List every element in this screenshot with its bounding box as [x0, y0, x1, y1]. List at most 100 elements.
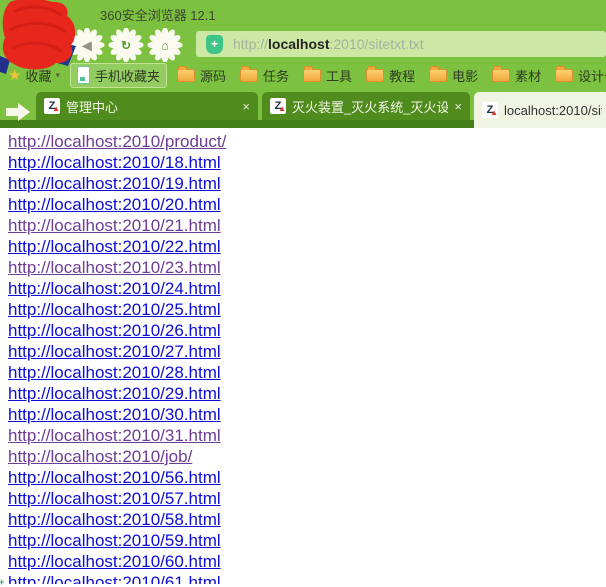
tab-label: 灭火装置_灭火系统_灭火设备_	[292, 97, 448, 116]
bookmark-label: 手机收藏夹	[95, 66, 160, 85]
folder-icon	[240, 69, 258, 82]
favorites-label: 收藏	[25, 66, 51, 85]
link-row: http://localhost:2010/56.html	[8, 467, 606, 488]
bookmark-label: 素材	[515, 66, 541, 85]
url-link[interactable]: http://localhost:2010/22.html	[8, 237, 221, 256]
link-row: http://localhost:2010/18.html	[8, 152, 606, 173]
link-row: http://localhost:2010/19.html	[8, 173, 606, 194]
svg-text:↻: ↻	[121, 39, 131, 53]
url-link[interactable]: http://localhost:2010/61.html	[8, 573, 221, 584]
tab-2[interactable]: Z▲ 灭火装置_灭火系统_灭火设备_ ×	[262, 92, 470, 120]
za-favicon-icon: Z▲	[270, 98, 286, 114]
url-scheme: http://	[233, 36, 268, 52]
bookmark-label: 设计公司	[578, 66, 606, 85]
link-row: http://localhost:2010/product/	[8, 131, 606, 152]
za-favicon-icon: Z▲	[44, 98, 60, 114]
url-link[interactable]: http://localhost:2010/18.html	[8, 153, 221, 172]
link-row: http://localhost:2010/57.html	[8, 488, 606, 509]
url-link[interactable]: http://localhost:2010/product/	[8, 132, 226, 151]
url-link[interactable]: http://localhost:2010/26.html	[8, 321, 221, 340]
tab-close-icon[interactable]: ×	[454, 100, 462, 113]
address-bar[interactable]: + http://localhost:2010/sitetxt.txt	[196, 31, 606, 57]
bookmark-item[interactable]: 素材	[492, 66, 541, 85]
window-titlebar: 360安全浏览器 12.1	[0, 0, 606, 28]
url-link[interactable]: http://localhost:2010/57.html	[8, 489, 221, 508]
tab-bar: Z▲ 管理中心 × Z▲ 灭火装置_灭火系统_灭火设备_ × Z▲ localhost:201…	[0, 88, 606, 128]
url-link[interactable]: http://localhost:2010/59.html	[8, 531, 221, 550]
bookmark-item[interactable]: 教程	[366, 66, 415, 85]
bookmark-item[interactable]: 任务	[240, 66, 289, 85]
url-link[interactable]: http://localhost:2010/job/	[8, 447, 192, 466]
folder-icon	[492, 69, 510, 82]
url-link[interactable]: http://localhost:2010/25.html	[8, 300, 221, 319]
navigation-toolbar: ◀ ↻ ⌂ + http://localhost:2010/sitetxt.tx…	[0, 28, 606, 62]
link-row: http://localhost:2010/30.html	[8, 404, 606, 425]
bookmark-label: 任务	[263, 66, 289, 85]
chevron-down-icon: ▾	[55, 70, 60, 81]
link-row: http://localhost:2010/31.html	[8, 425, 606, 446]
favicon-triangle-icon: ▲	[278, 105, 286, 113]
folder-icon	[429, 69, 447, 82]
url-link[interactable]: http://localhost:2010/24.html	[8, 279, 221, 298]
bookmark-items: 手机收藏夹源码任务工具教程电影素材设计公司常用网址	[70, 63, 606, 88]
bookmarks-bar: ★+ 收藏 ▾ 手机收藏夹源码任务工具教程电影素材设计公司常用网址	[0, 62, 606, 88]
tab-1[interactable]: Z▲ 管理中心 ×	[36, 92, 258, 120]
link-row: http://localhost:2010/20.html	[8, 194, 606, 215]
link-row: http://localhost:2010/59.html	[8, 530, 606, 551]
link-row: http://localhost:2010/61.html	[8, 572, 606, 584]
link-row: http://localhost:2010/job/	[8, 446, 606, 467]
za-favicon-icon: Z▲	[482, 102, 498, 118]
folder-icon	[177, 69, 195, 82]
link-row: http://localhost:2010/28.html	[8, 362, 606, 383]
url-link[interactable]: http://localhost:2010/30.html	[8, 405, 221, 424]
url-link[interactable]: http://localhost:2010/31.html	[8, 426, 221, 445]
bookmark-item[interactable]: 设计公司	[555, 66, 606, 85]
favicon-triangle-icon: ▲	[490, 109, 498, 117]
link-row: http://localhost:2010/26.html	[8, 320, 606, 341]
arrow-right-icon	[4, 101, 32, 123]
bookmark-item[interactable]: 手机收藏夹	[70, 63, 167, 88]
url-path: :2010/sitetxt.txt	[330, 36, 424, 52]
bookmark-label: 源码	[200, 66, 226, 85]
url-link[interactable]: http://localhost:2010/56.html	[8, 468, 221, 487]
tab-3[interactable]: Z▲ localhost:2010/site	[474, 92, 606, 128]
sidebar-arrow-button[interactable]	[0, 98, 36, 128]
favicon-triangle-icon: ▲	[52, 105, 60, 113]
bookmark-item[interactable]: 电影	[429, 66, 478, 85]
url-link[interactable]: http://localhost:2010/60.html	[8, 552, 221, 571]
tab-label: 管理中心	[66, 97, 236, 116]
favorites-button[interactable]: ★+ 收藏 ▾	[8, 66, 60, 85]
tab-close-icon[interactable]: ×	[242, 100, 250, 113]
url-host: localhost	[268, 36, 329, 52]
url-link[interactable]: http://localhost:2010/20.html	[8, 195, 221, 214]
folder-icon	[366, 69, 384, 82]
home-button[interactable]: ⌂	[146, 28, 184, 62]
security-shield-icon[interactable]: +	[206, 35, 223, 54]
bookmark-item[interactable]: 工具	[303, 66, 352, 85]
refresh-flower-icon: ↻	[107, 28, 145, 62]
window-title: 360安全浏览器 12.1	[100, 5, 216, 24]
refresh-button[interactable]: ↻	[107, 28, 145, 62]
bookmark-item[interactable]: 源码	[177, 66, 226, 85]
phone-icon	[77, 66, 90, 84]
bookmark-label: 教程	[389, 66, 415, 85]
bookmark-label: 电影	[452, 66, 478, 85]
url-link[interactable]: http://localhost:2010/29.html	[8, 384, 221, 403]
tab-label: localhost:2010/site	[504, 103, 602, 118]
url-link[interactable]: http://localhost:2010/21.html	[8, 216, 221, 235]
star-icon: ★	[8, 66, 21, 84]
url-link[interactable]: http://localhost:2010/19.html	[8, 174, 221, 193]
url-link[interactable]: http://localhost:2010/28.html	[8, 363, 221, 382]
back-button[interactable]: ◀	[68, 28, 106, 62]
url-link[interactable]: http://localhost:2010/58.html	[8, 510, 221, 529]
link-row: http://localhost:2010/23.html	[8, 257, 606, 278]
link-row: http://localhost:2010/58.html	[8, 509, 606, 530]
page-content: http://localhost:2010/product/http://loc…	[0, 128, 606, 584]
url-link[interactable]: http://localhost:2010/23.html	[8, 258, 221, 277]
url-link[interactable]: http://localhost:2010/27.html	[8, 342, 221, 361]
link-row: http://localhost:2010/25.html	[8, 299, 606, 320]
folder-icon	[555, 69, 573, 82]
url-text[interactable]: http://localhost:2010/sitetxt.txt	[233, 36, 424, 52]
link-row: http://localhost:2010/60.html	[8, 551, 606, 572]
folder-icon	[303, 69, 321, 82]
